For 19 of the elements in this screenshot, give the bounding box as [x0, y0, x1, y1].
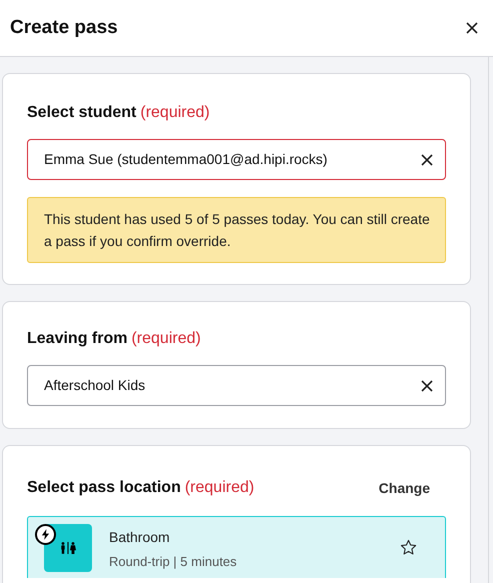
required-label: (required): [140, 103, 210, 123]
section-label: Select pass location: [27, 478, 181, 498]
location-option[interactable]: Bathroom Round-trip | 5 minutes: [27, 516, 446, 578]
close-icon[interactable]: [465, 21, 479, 35]
dialog-title: Create pass: [10, 16, 118, 40]
section-label: Select student: [27, 103, 136, 123]
select-field[interactable]: Emma Sue (studentemma001@ad.hipi.rocks): [27, 139, 446, 180]
required-label: (required): [184, 478, 254, 498]
required-label: (required): [131, 329, 201, 349]
select-field[interactable]: Afterschool Kids: [27, 365, 446, 406]
restroom-icon: [44, 524, 92, 572]
location-name: Bathroom: [109, 528, 171, 548]
star-icon[interactable]: [400, 539, 417, 556]
clear-icon[interactable]: [421, 380, 433, 392]
section-label: Leaving from: [27, 329, 128, 349]
location-detail: Round-trip | 5 minutes: [109, 553, 238, 572]
clear-icon[interactable]: [421, 154, 433, 166]
warning-message: This student has used 5 of 5 passes today. You can still create a pass if you confirm override.: [27, 197, 446, 263]
change-button[interactable]: Change: [378, 478, 430, 498]
